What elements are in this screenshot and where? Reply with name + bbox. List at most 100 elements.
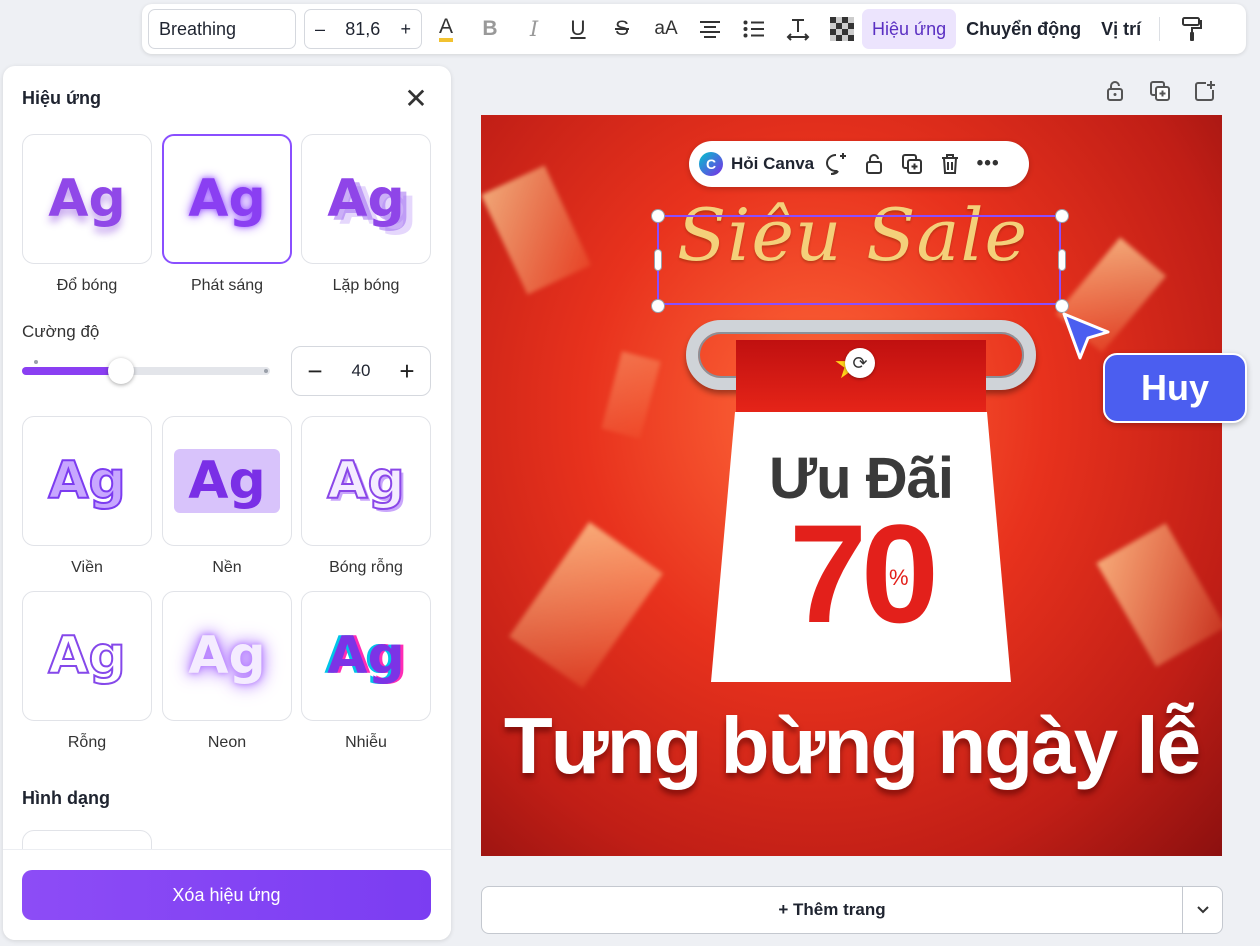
more-options-button[interactable]: ••• bbox=[972, 148, 1004, 180]
add-comment-icon bbox=[826, 153, 847, 175]
font-size-stepper[interactable]: – 81,6 + bbox=[304, 9, 422, 49]
ask-canva-button[interactable]: Hỏi Canva bbox=[731, 154, 814, 174]
headline-text[interactable]: Tưng bừng ngày lễ bbox=[481, 700, 1222, 792]
effect-sample: Ag bbox=[47, 450, 126, 512]
duplicate-icon bbox=[902, 154, 923, 174]
canva-logo-icon: C bbox=[699, 152, 723, 176]
effect-label: Bóng rỗng bbox=[329, 559, 403, 576]
resize-handle-left[interactable] bbox=[654, 249, 662, 271]
slider-start-dot bbox=[34, 360, 38, 364]
effect-tile-neon[interactable]: Ag bbox=[162, 591, 292, 721]
effect-tile-glow[interactable]: Ag bbox=[162, 134, 292, 264]
more-icon: ••• bbox=[976, 153, 1000, 174]
align-center-button[interactable] bbox=[690, 9, 730, 49]
effect-label: Phát sáng bbox=[190, 277, 264, 294]
effect-tile-glitch[interactable]: Ag bbox=[301, 591, 431, 721]
effect-label: Neon bbox=[207, 734, 247, 751]
underline-icon: U bbox=[570, 17, 586, 40]
italic-button[interactable]: I bbox=[514, 9, 554, 49]
resize-handle-top-left[interactable] bbox=[651, 209, 665, 223]
copy-style-button[interactable] bbox=[1172, 9, 1212, 49]
decor-shard bbox=[508, 521, 664, 689]
effects-button[interactable]: Hiệu ứng bbox=[862, 9, 957, 49]
trash-icon bbox=[942, 154, 959, 174]
design-canvas[interactable]: Siêu Sale C Hỏi Canva ••• ★ ⟳ Ưu Đãi 70 … bbox=[481, 115, 1222, 856]
text-toolbar: Breathing – 81,6 + A B I U S aA Hiệu ứng… bbox=[142, 4, 1246, 54]
effect-label: Lặp bóng bbox=[332, 277, 400, 294]
effect-tile-hollow-shadow[interactable]: Ag bbox=[301, 416, 431, 546]
selection-box bbox=[657, 215, 1061, 305]
decor-shard bbox=[481, 165, 591, 295]
transparency-button[interactable] bbox=[822, 9, 862, 49]
intensity-increase-button[interactable]: + bbox=[394, 356, 420, 387]
panel-footer: Xóa hiệu ứng bbox=[3, 849, 451, 940]
effect-sample: Ag bbox=[326, 450, 405, 512]
effect-label: Nhiễu bbox=[345, 734, 387, 751]
effect-sample: Ag bbox=[48, 169, 126, 229]
strikethrough-button[interactable]: S bbox=[602, 9, 642, 49]
effect-sample: Ag bbox=[327, 626, 405, 686]
lock-element-button[interactable] bbox=[858, 148, 890, 180]
slider-thumb[interactable] bbox=[108, 358, 134, 384]
intensity-stepper: − 40 + bbox=[291, 346, 431, 396]
close-icon: ✕ bbox=[404, 83, 428, 114]
font-size-increase-button[interactable]: + bbox=[400, 19, 411, 40]
effect-label: Viền bbox=[71, 559, 103, 576]
effect-tile-echo[interactable]: Ag bbox=[301, 134, 431, 264]
duplicate-page-button[interactable] bbox=[1147, 78, 1173, 104]
intensity-decrease-button[interactable]: − bbox=[302, 356, 328, 387]
add-page-icon-button[interactable] bbox=[1192, 78, 1218, 104]
percent-sign-text[interactable]: % bbox=[889, 565, 909, 591]
effect-tile-background[interactable]: Ag bbox=[162, 416, 292, 546]
discount-value-text[interactable]: 70 bbox=[711, 500, 1011, 647]
intensity-value[interactable]: 40 bbox=[352, 361, 371, 381]
animate-button[interactable]: Chuyển động bbox=[956, 9, 1091, 49]
panel-title: Hiệu ứng bbox=[22, 88, 102, 108]
slider-fill bbox=[22, 367, 121, 375]
effects-panel: Hiệu ứng ✕ Ag Đổ bóng Ag Phát sáng Ag Lặ… bbox=[3, 66, 451, 940]
letter-case-button[interactable]: aA bbox=[646, 9, 686, 49]
bold-icon: B bbox=[482, 17, 498, 40]
intensity-slider[interactable] bbox=[22, 358, 270, 384]
text-color-icon: A bbox=[438, 16, 453, 42]
underline-button[interactable]: U bbox=[558, 9, 598, 49]
position-button[interactable]: Vị trí bbox=[1091, 9, 1151, 49]
effect-tile-outline[interactable]: Ag bbox=[22, 416, 152, 546]
collaborator-cursor-icon bbox=[1062, 312, 1110, 360]
rotate-icon: ⟳ bbox=[852, 352, 868, 373]
decor-shard bbox=[601, 351, 661, 439]
effect-label: Rỗng bbox=[67, 734, 107, 751]
shape-section-title: Hình dạng bbox=[22, 788, 110, 808]
effect-label: Nền bbox=[212, 559, 242, 576]
align-center-icon bbox=[700, 21, 720, 38]
strikethrough-icon: S bbox=[614, 17, 629, 40]
bold-button[interactable]: B bbox=[470, 9, 510, 49]
effect-tile-hollow[interactable]: Ag bbox=[22, 591, 152, 721]
font-size-decrease-button[interactable]: – bbox=[315, 19, 325, 40]
resize-handle-bottom-left[interactable] bbox=[651, 299, 665, 313]
resize-handle-right[interactable] bbox=[1058, 249, 1066, 271]
effect-tile-shadow[interactable]: Ag bbox=[22, 134, 152, 264]
spacing-button[interactable] bbox=[778, 9, 818, 49]
font-size-value[interactable]: 81,6 bbox=[345, 19, 380, 40]
chevron-down-icon bbox=[1196, 906, 1209, 914]
effect-sample: Ag bbox=[174, 449, 280, 513]
font-family-dropdown[interactable]: Breathing bbox=[148, 9, 296, 49]
rotate-handle[interactable]: ⟳ bbox=[845, 348, 875, 378]
collaborator-name-tag: Huy bbox=[1103, 353, 1247, 423]
duplicate-icon bbox=[1150, 81, 1170, 101]
effect-sample: Ag bbox=[188, 169, 266, 229]
delete-element-button[interactable] bbox=[934, 148, 966, 180]
text-color-button[interactable]: A bbox=[426, 9, 466, 49]
add-page-button[interactable]: + Thêm trang bbox=[481, 886, 1183, 934]
add-page-options-button[interactable] bbox=[1182, 886, 1223, 934]
intensity-label: Cường độ bbox=[22, 322, 100, 341]
resize-handle-bottom-right[interactable] bbox=[1055, 299, 1069, 313]
close-panel-button[interactable]: ✕ bbox=[401, 84, 431, 114]
list-button[interactable] bbox=[734, 9, 774, 49]
lock-page-button[interactable] bbox=[1102, 78, 1128, 104]
clear-effects-button[interactable]: Xóa hiệu ứng bbox=[22, 870, 431, 920]
resize-handle-top-right[interactable] bbox=[1055, 209, 1069, 223]
duplicate-element-button[interactable] bbox=[896, 148, 928, 180]
comment-button[interactable] bbox=[820, 148, 852, 180]
